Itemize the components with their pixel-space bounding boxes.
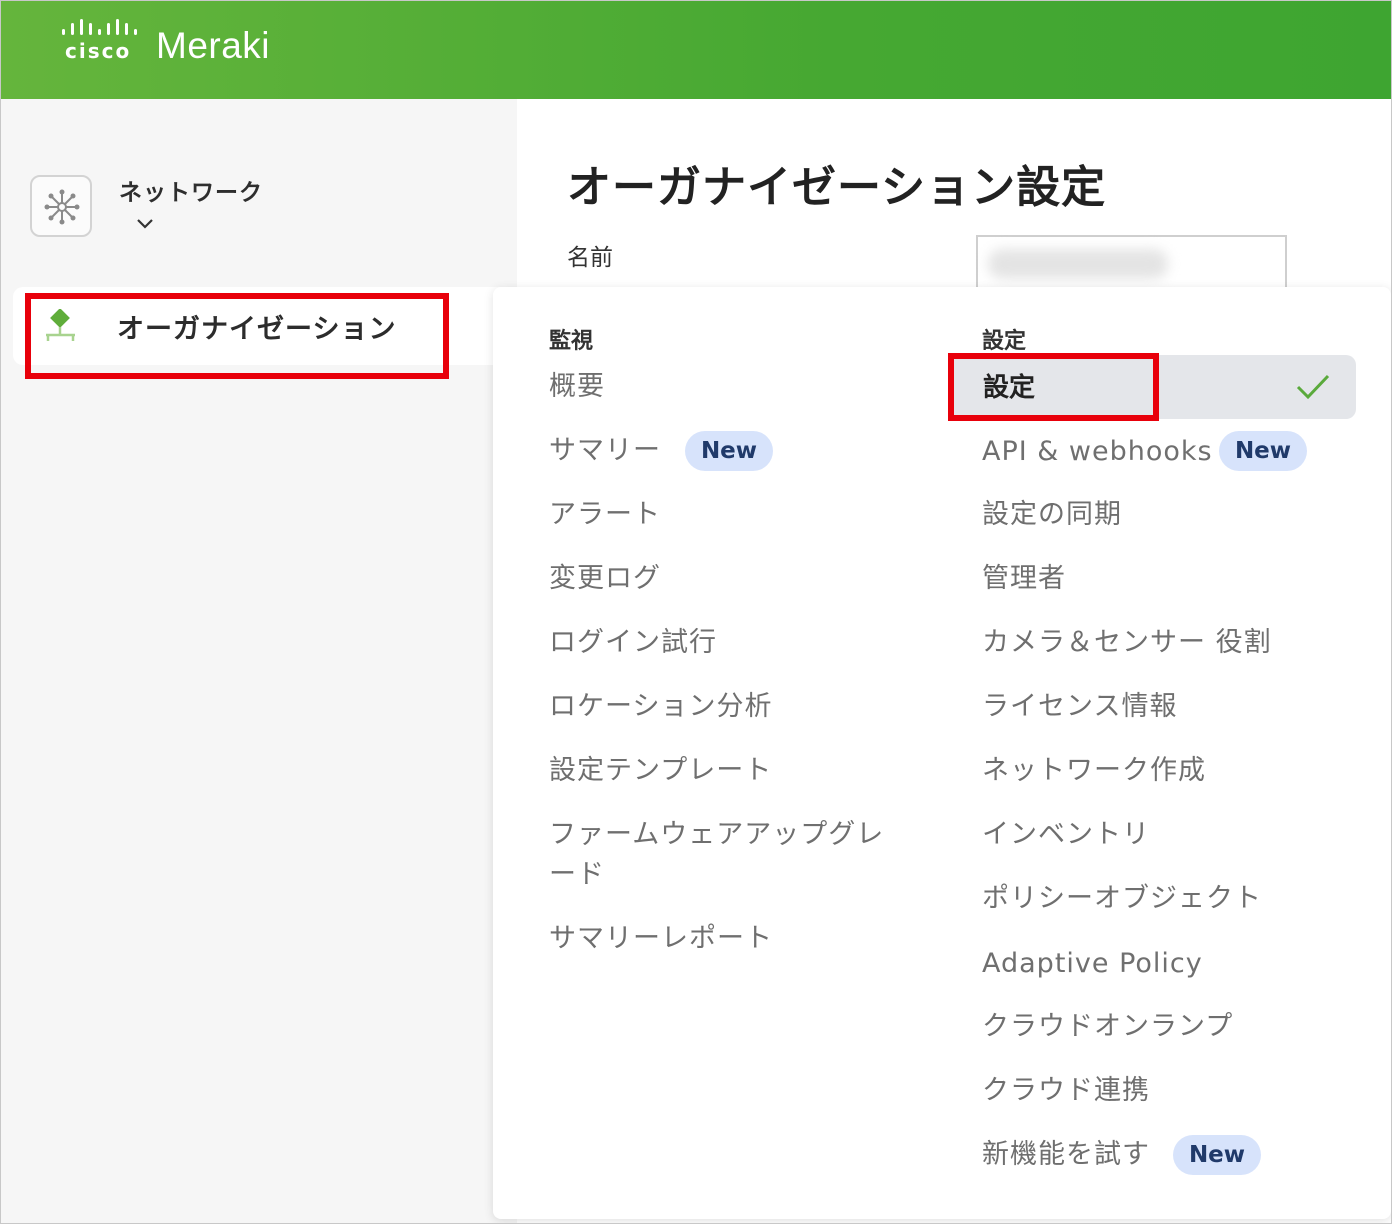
menu-item-config-templates[interactable]: 設定テンプレート [549, 751, 772, 791]
name-label: 名前 [567, 245, 613, 271]
sidebar: ネットワーク オーガナイゼーション [1, 99, 517, 1223]
organization-label: オーガナイゼーション [117, 314, 397, 345]
menu-item-api-webhooks[interactable]: API & webhooks [982, 432, 1213, 472]
checkmark-icon [1296, 374, 1330, 400]
menu-item-location-analytics[interactable]: ロケーション分析 [549, 687, 772, 727]
top-bar: cisco Meraki [1, 1, 1391, 99]
cisco-logo[interactable]: cisco [59, 17, 139, 65]
page-title: オーガナイゼーション設定 [567, 162, 1107, 213]
menu-item-adaptive-policy[interactable]: Adaptive Policy [982, 944, 1203, 984]
new-badge: New [1219, 431, 1307, 471]
organization-name-field[interactable] [976, 235, 1287, 295]
menu-item-create-network[interactable]: ネットワーク作成 [982, 751, 1206, 791]
menu-item-settings-label[interactable]: 設定 [983, 367, 1035, 404]
menu-item-administrators[interactable]: 管理者 [982, 559, 1066, 599]
menu-item-overview[interactable]: 概要 [549, 367, 605, 407]
menu-item-summary[interactable]: サマリー [549, 431, 661, 471]
menu-item-cloud-integration[interactable]: クラウド連携 [982, 1071, 1150, 1111]
organization-icon [46, 309, 75, 341]
menu-item-firmware-upgrades[interactable]: ファームウェアアップグレード [549, 815, 889, 895]
redacted-value [988, 249, 1168, 279]
app-window: cisco Meraki ネットワーク オーガナイゼーション オーガナイゼーショ… [0, 0, 1392, 1224]
new-badge: New [1173, 1135, 1261, 1175]
network-hub-icon [44, 189, 80, 225]
network-label[interactable]: ネットワーク [119, 173, 263, 207]
menu-item-cloud-on-ramp[interactable]: クラウドオンランプ [982, 1007, 1233, 1047]
menu-item-policy-objects[interactable]: ポリシーオブジェクト [982, 879, 1262, 919]
menu-item-try-new-features[interactable]: 新機能を試す [982, 1135, 1150, 1175]
sidebar-item-organization[interactable]: オーガナイゼーション [13, 287, 513, 365]
menu-item-alerts[interactable]: アラート [549, 495, 661, 535]
new-badge: New [685, 431, 773, 471]
chevron-down-icon[interactable] [135, 217, 155, 231]
menu-item-change-log[interactable]: 変更ログ [549, 559, 661, 599]
menu-item-license-info[interactable]: ライセンス情報 [982, 687, 1177, 727]
menu-item-inventory[interactable]: インベントリ [982, 815, 1150, 855]
network-selector-icon-box[interactable] [30, 175, 92, 237]
menu-item-login-attempts[interactable]: ログイン試行 [549, 623, 717, 663]
monitor-heading: 監視 [549, 329, 594, 354]
brand-name: Meraki [156, 25, 271, 66]
cisco-bars-icon [62, 19, 137, 35]
cisco-wordmark: cisco [65, 39, 132, 63]
menu-item-summary-report[interactable]: サマリーレポート [549, 919, 773, 959]
menu-item-config-sync[interactable]: 設定の同期 [982, 495, 1122, 535]
settings-heading: 設定 [982, 329, 1027, 354]
menu-item-camera-sensor-roles[interactable]: カメラ＆センサー 役割 [982, 623, 1272, 663]
